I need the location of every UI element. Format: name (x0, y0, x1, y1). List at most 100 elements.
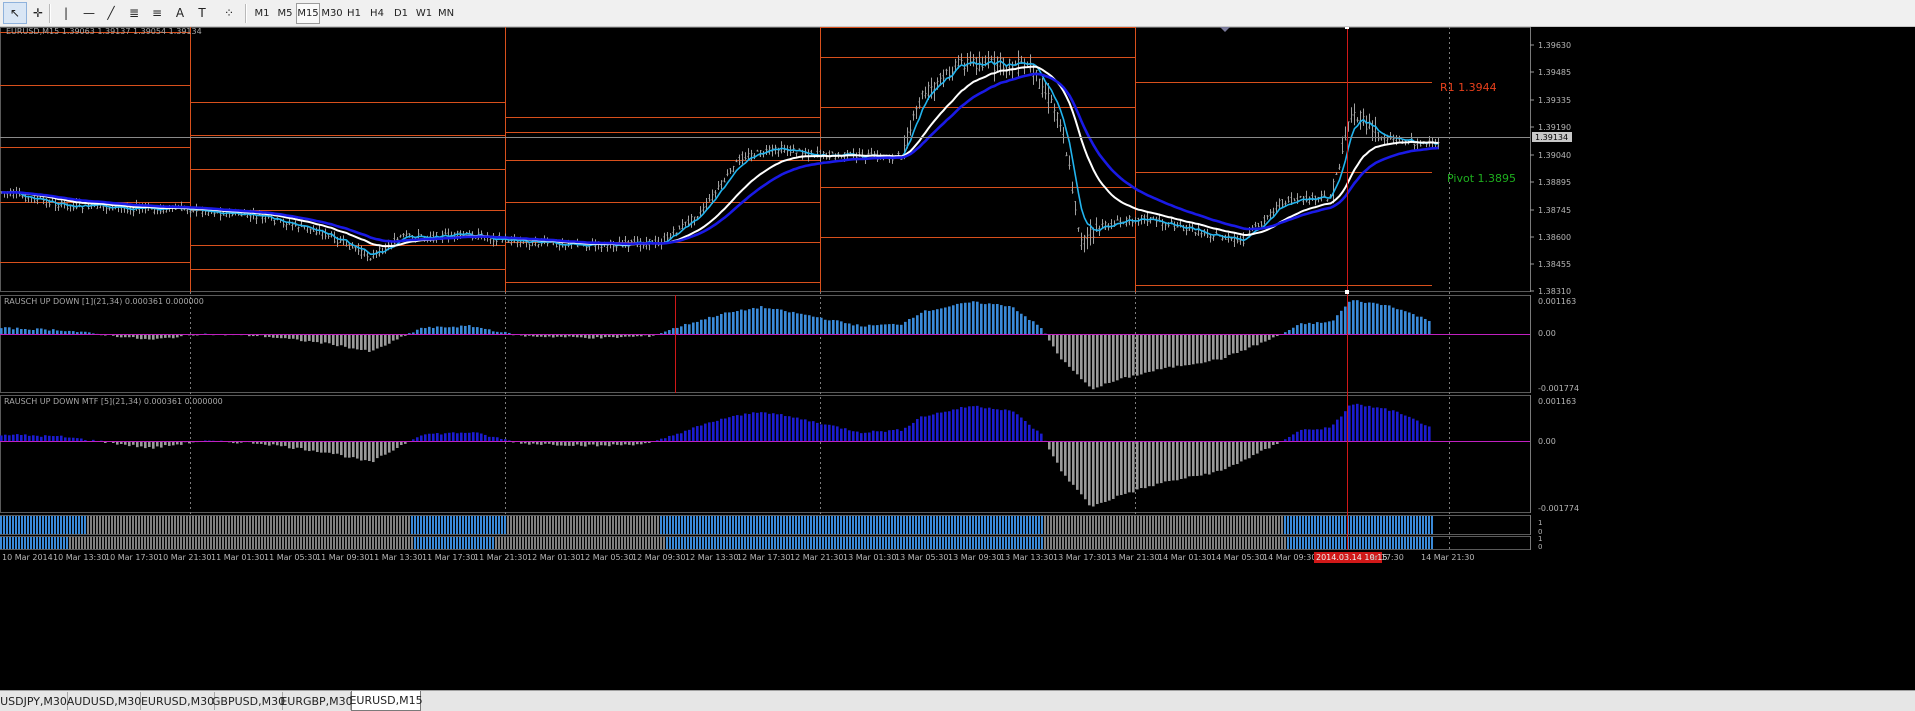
signal-strip-bar (990, 537, 992, 549)
signal-strip-bar (1293, 516, 1295, 534)
time-axis-label: 14 Mar 21:30 (1421, 553, 1474, 562)
chart-tab-eurusd-m30[interactable]: EURUSD,M30 (141, 692, 215, 710)
timeframe-button-m30[interactable]: M30 (320, 3, 344, 24)
signal-strip-bar (468, 516, 470, 534)
histogram-bar (936, 412, 939, 441)
histogram-bar (1172, 441, 1175, 481)
price-tick-label: 1.38310 (1538, 287, 1571, 296)
indicator2-tick-label: 0.00 (1538, 437, 1556, 446)
histogram-bar (324, 441, 327, 453)
histogram-bar (832, 425, 835, 441)
signal-strip-bar (591, 516, 593, 534)
chart-tab-gbpusd-m30[interactable]: GBPUSD,M30 (212, 692, 285, 710)
timeframe-button-m15[interactable]: M15 (296, 3, 320, 24)
signal-strip-bar (780, 516, 782, 534)
histogram-bar (1144, 441, 1147, 489)
signal-strip-bar (1062, 537, 1064, 549)
signal-strip-bar (1023, 537, 1025, 549)
text-tool-button[interactable]: A (168, 2, 192, 24)
signal-strip-bar (1353, 516, 1355, 534)
histogram-bar (804, 314, 807, 334)
signal-strip-bar (33, 516, 35, 534)
shapes-dropdown-tool-button[interactable]: ⁘ (217, 2, 241, 24)
chart-canvas[interactable]: 10 Mar 2014 10 Mar 13:3010 Mar 17:30 10 Ma… (0, 27, 1915, 690)
trendline-tool-button[interactable]: ╱ (99, 2, 123, 24)
time-axis-label: 13 Mar 05:30 (895, 553, 948, 562)
histogram-bar (1056, 334, 1059, 354)
timeframe-button-h1[interactable]: H1 (343, 3, 365, 24)
signal-strip-bar (78, 516, 80, 534)
timeframe-button-d1[interactable]: D1 (390, 3, 412, 24)
histogram-bar (56, 436, 59, 441)
chart-tab-eurusd-m15[interactable]: EURUSD,M15 (349, 691, 423, 711)
signal-strip-bar (981, 516, 983, 534)
chart-tab-usdjpy-m30[interactable]: USDJPY,M30 (0, 692, 68, 710)
histogram-bar (348, 441, 351, 458)
signal-strip-bar (543, 537, 545, 549)
chart-area[interactable]: 10 Mar 2014 10 Mar 13:30 10 Mar 17:30 10 Ma… (0, 27, 1915, 690)
crosshair-handle[interactable] (1345, 27, 1349, 29)
histogram-bar (1112, 334, 1115, 382)
price-tick-label: 1.39190 (1538, 123, 1571, 132)
signal-strip-bar (351, 537, 353, 549)
histogram-bar (1352, 300, 1355, 334)
signal-strip-bar (1188, 537, 1190, 549)
signal-strip-bar (630, 537, 632, 549)
fibonacci-fan-tool-button[interactable]: ≡ (145, 2, 169, 24)
histogram-bar (500, 332, 503, 334)
chart-tab-eurgbp-m30[interactable]: EURGBP,M30 (280, 692, 353, 710)
histogram-bar (500, 438, 503, 441)
histogram-bar (684, 430, 687, 441)
histogram-bar (508, 332, 511, 334)
fibonacci-tool-button[interactable]: ≣ (122, 2, 146, 24)
signal-strip-bar (1101, 516, 1103, 534)
signal-strip-bar (186, 516, 188, 534)
signal-strip-bar (207, 537, 209, 549)
signal-strip-bar (684, 516, 686, 534)
signal-strip-bar (1266, 537, 1268, 549)
histogram-bar (748, 309, 751, 334)
signal-strip-bar (1158, 537, 1160, 549)
signal-strip-bar (723, 537, 725, 549)
horizontal-line-tool-button[interactable]: — (77, 2, 101, 24)
signal-strip-bar (1260, 537, 1262, 549)
timeframe-button-mn[interactable]: MN (435, 3, 457, 24)
signal-strip-bar (441, 537, 443, 549)
signal-strip-bar (402, 537, 404, 549)
signal-strip-bar (1026, 516, 1028, 534)
timeframe-button-w1[interactable]: W1 (413, 3, 435, 24)
signal-strip-bar (87, 537, 89, 549)
signal-strip-bar (336, 516, 338, 534)
signal-strip-bar (102, 516, 104, 534)
histogram-bar (0, 435, 3, 441)
signal-strip-bar (1191, 537, 1193, 549)
histogram-bar (692, 427, 695, 441)
signal-strip-bar (483, 537, 485, 549)
crosshair-tool-button[interactable]: ✛ (26, 2, 50, 24)
signal-strip-bar (1275, 537, 1277, 549)
signal-strip-bar (54, 516, 56, 534)
signal-strip-bar (1413, 516, 1415, 534)
crosshair-handle[interactable] (1345, 290, 1349, 294)
signal-strip-bar (1158, 516, 1160, 534)
shift-marker-icon[interactable] (1220, 27, 1230, 32)
signal-strip-bar (636, 537, 638, 549)
signal-strip-bar (582, 537, 584, 549)
timeframe-button-m1[interactable]: M1 (251, 3, 273, 24)
chart-tab-audusd-m30[interactable]: AUDUSD,M30 (67, 692, 141, 710)
signal-strip-bar (915, 516, 917, 534)
histogram-bar (764, 412, 767, 441)
histogram-bar (1420, 423, 1423, 441)
signal-strip-bar (546, 537, 548, 549)
timeframe-button-h4[interactable]: H4 (366, 3, 388, 24)
timeframe-button-m5[interactable]: M5 (274, 3, 296, 24)
histogram-bar (1116, 334, 1119, 381)
signal-strip-bar (1350, 516, 1352, 534)
cursor-tool-button[interactable]: ↖ (3, 2, 27, 24)
text-label-tool-button[interactable]: T (190, 2, 214, 24)
vertical-line-tool-button[interactable]: | (54, 2, 78, 24)
signal-strip-bar (426, 537, 428, 549)
histogram-bar (1320, 429, 1323, 441)
histogram-bar (848, 430, 851, 441)
signal-strip-bar (804, 537, 806, 549)
